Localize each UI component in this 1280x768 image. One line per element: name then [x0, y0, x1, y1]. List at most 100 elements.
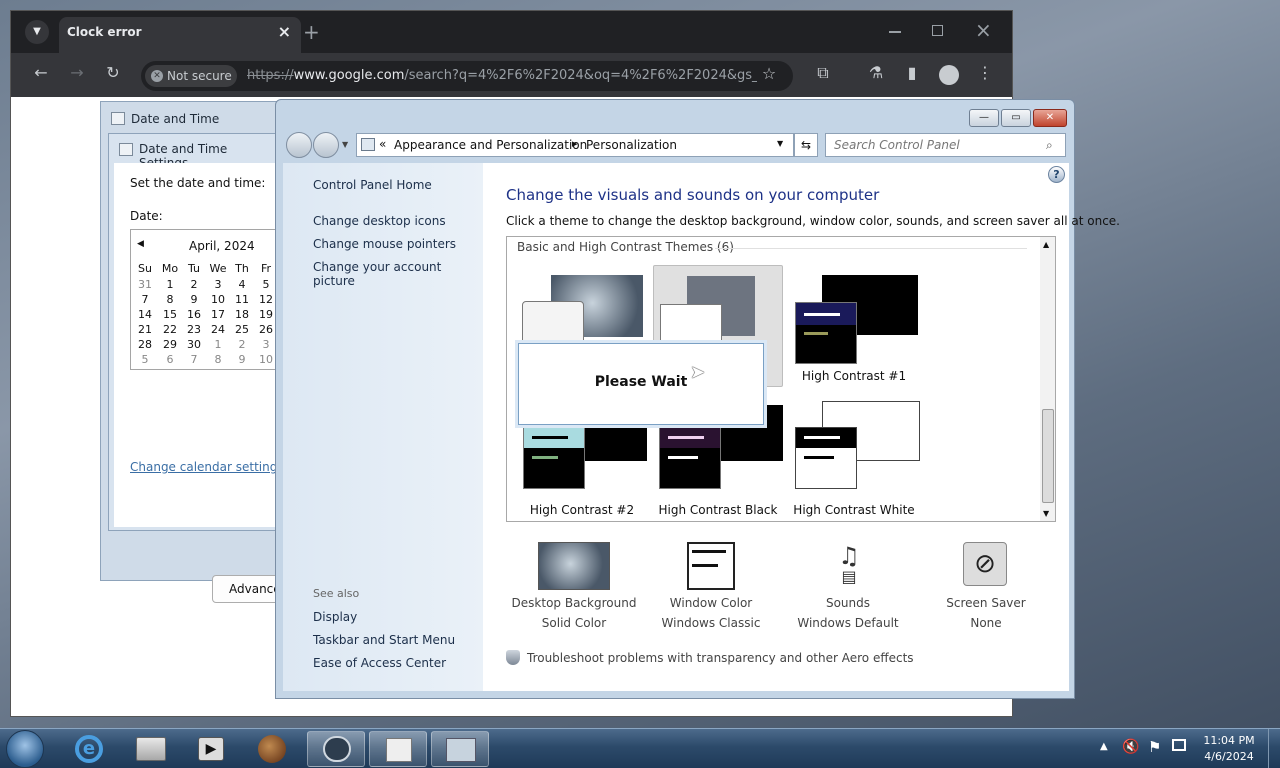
control-panel-home-link[interactable]: Control Panel Home	[313, 178, 432, 192]
network-icon[interactable]	[1172, 739, 1186, 751]
reload-icon[interactable]: ↻	[101, 63, 125, 87]
calendar-day[interactable]: 17	[206, 308, 230, 321]
personalization-taskbar-icon[interactable]	[307, 731, 365, 767]
maximize-button[interactable]: ▭	[1001, 109, 1031, 127]
calendar-day[interactable]: 16	[182, 308, 206, 321]
browser-tab[interactable]: Clock error ×	[59, 17, 301, 53]
advanced-button[interactable]: Advanced	[212, 575, 288, 603]
back-button[interactable]	[286, 132, 312, 158]
calendar-day[interactable]: 7	[182, 353, 206, 366]
calendar-day[interactable]: 18	[230, 308, 254, 321]
screen-saver-title[interactable]: Screen Saver	[921, 593, 1051, 613]
calendar-day[interactable]: 23	[182, 323, 206, 336]
minimize-button[interactable]: —	[969, 109, 999, 127]
change-account-picture-link[interactable]: Change your account picture	[313, 260, 485, 288]
tab-close-button[interactable]: ×	[278, 17, 291, 47]
calendar-day[interactable]: 24	[206, 323, 230, 336]
calendar-day[interactable]: 3	[206, 278, 230, 291]
theme-high-contrast-white[interactable]: High Contrast White	[789, 399, 920, 521]
calendar-day[interactable]: 1	[158, 278, 182, 291]
calendar-day[interactable]: 7	[133, 293, 157, 306]
side-panel-icon[interactable]: ▮	[900, 63, 924, 87]
sounds-title[interactable]: Sounds	[783, 593, 913, 613]
sounds-value[interactable]: Windows Default	[783, 613, 913, 633]
calendar-day[interactable]: 11	[230, 293, 254, 306]
display-link[interactable]: Display	[313, 610, 357, 624]
scroll-down-icon[interactable]: ▼	[1043, 509, 1049, 518]
calendar-day[interactable]: 29	[158, 338, 182, 351]
start-button[interactable]	[6, 730, 44, 768]
forward-button[interactable]	[313, 132, 339, 158]
change-calendar-settings-link[interactable]: Change calendar settings	[130, 460, 284, 474]
bookmark-star-icon[interactable]: ☆	[757, 64, 781, 88]
recent-pages-icon[interactable]: ▼	[342, 140, 348, 149]
calendar-day[interactable]: 25	[230, 323, 254, 336]
calendar-day[interactable]: 4	[230, 278, 254, 291]
change-mouse-pointers-link[interactable]: Change mouse pointers	[313, 237, 456, 251]
calendar-day[interactable]: 30	[182, 338, 206, 351]
calendar-day[interactable]: 2	[230, 338, 254, 351]
forward-icon[interactable]: →	[65, 63, 89, 87]
theme-high-contrast-1[interactable]: High Contrast #1	[789, 265, 919, 387]
change-desktop-icons-link[interactable]: Change desktop icons	[313, 214, 446, 228]
calendar-day[interactable]: 10	[206, 293, 230, 306]
file-explorer-icon[interactable]	[121, 731, 179, 767]
profile-avatar-icon[interactable]	[939, 65, 959, 85]
breadcrumb-overflow[interactable]: «	[379, 137, 386, 151]
labs-flask-icon[interactable]: ⚗	[864, 63, 888, 87]
calendar-day[interactable]: 31	[133, 278, 157, 291]
menu-kebab-icon[interactable]: ⋮	[973, 63, 997, 87]
show-hidden-icons[interactable]: ▲	[1100, 741, 1108, 752]
screen-saver-value[interactable]: None	[921, 613, 1051, 633]
close-button[interactable]: ×	[975, 19, 992, 41]
calendar-day[interactable]: 9	[230, 353, 254, 366]
window-color-title[interactable]: Window Color	[646, 593, 776, 613]
calendar-day[interactable]: 9	[182, 293, 206, 306]
date-time-taskbar-icon[interactable]	[369, 731, 427, 767]
back-icon[interactable]: ←	[29, 63, 53, 87]
calendar-day[interactable]: 1	[206, 338, 230, 351]
system-clock[interactable]: 11:04 PM 4/6/2024	[1194, 733, 1264, 765]
extensions-icon[interactable]: ⧉	[811, 63, 835, 87]
tab-search-button[interactable]: ▼	[25, 20, 49, 44]
desktop-background-title[interactable]: Desktop Background	[509, 593, 639, 613]
search-icon[interactable]: ⌕	[1046, 138, 1053, 153]
calendar-month-year[interactable]: April, 2024	[189, 239, 255, 253]
not-secure-chip[interactable]: ✕ Not secure	[145, 65, 237, 87]
calendar-day[interactable]: 21	[133, 323, 157, 336]
refresh-icon[interactable]: ⇆	[794, 133, 818, 157]
scroll-up-icon[interactable]: ▲	[1043, 240, 1049, 249]
firefox-icon[interactable]	[243, 731, 301, 767]
action-center-flag-icon[interactable]: ⚑	[1148, 738, 1161, 756]
calendar-day[interactable]: 22	[158, 323, 182, 336]
show-desktop-button[interactable]	[1268, 729, 1280, 768]
vertical-scrollbar[interactable]: ▲ ▼	[1040, 237, 1055, 521]
media-player-icon[interactable]: ▶	[182, 731, 240, 767]
calendar-day[interactable]: 14	[133, 308, 157, 321]
address-bar[interactable]: ✕ Not secure https://www.google.com/sear…	[141, 61, 793, 91]
ease-of-access-link[interactable]: Ease of Access Center	[313, 656, 446, 670]
breadcrumb-appearance[interactable]: Appearance and Personalization	[394, 138, 587, 152]
maximize-button[interactable]	[932, 25, 943, 36]
breadcrumb-chevron-icon[interactable]: ▸	[572, 137, 578, 150]
new-tab-button[interactable]: +	[303, 19, 320, 45]
close-button[interactable]: ✕	[1033, 109, 1067, 127]
help-icon[interactable]: ?	[1048, 166, 1065, 183]
taskbar-start-menu-link[interactable]: Taskbar and Start Menu	[313, 633, 455, 647]
scroll-thumb[interactable]	[1042, 409, 1054, 503]
desktop-background-value[interactable]: Solid Color	[509, 613, 639, 633]
calendar-day[interactable]: 8	[158, 293, 182, 306]
calendar-day[interactable]: 5	[133, 353, 157, 366]
minimize-button[interactable]	[889, 31, 901, 33]
calendar-day[interactable]: 2	[182, 278, 206, 291]
calendar-day[interactable]: 28	[133, 338, 157, 351]
prev-month-button[interactable]: ◀	[137, 239, 144, 249]
control-panel-taskbar-icon[interactable]	[431, 731, 489, 767]
internet-explorer-icon[interactable]: e	[60, 731, 118, 767]
volume-muted-icon[interactable]: 🔇	[1122, 739, 1139, 755]
search-input[interactable]: Search Control Panel	[825, 133, 1066, 157]
address-bar[interactable]: « Appearance and Personalization ▸ Perso…	[356, 133, 794, 157]
window-color-value[interactable]: Windows Classic	[646, 613, 776, 633]
calendar-day[interactable]: 8	[206, 353, 230, 366]
address-dropdown-icon[interactable]: ▼	[777, 139, 783, 148]
